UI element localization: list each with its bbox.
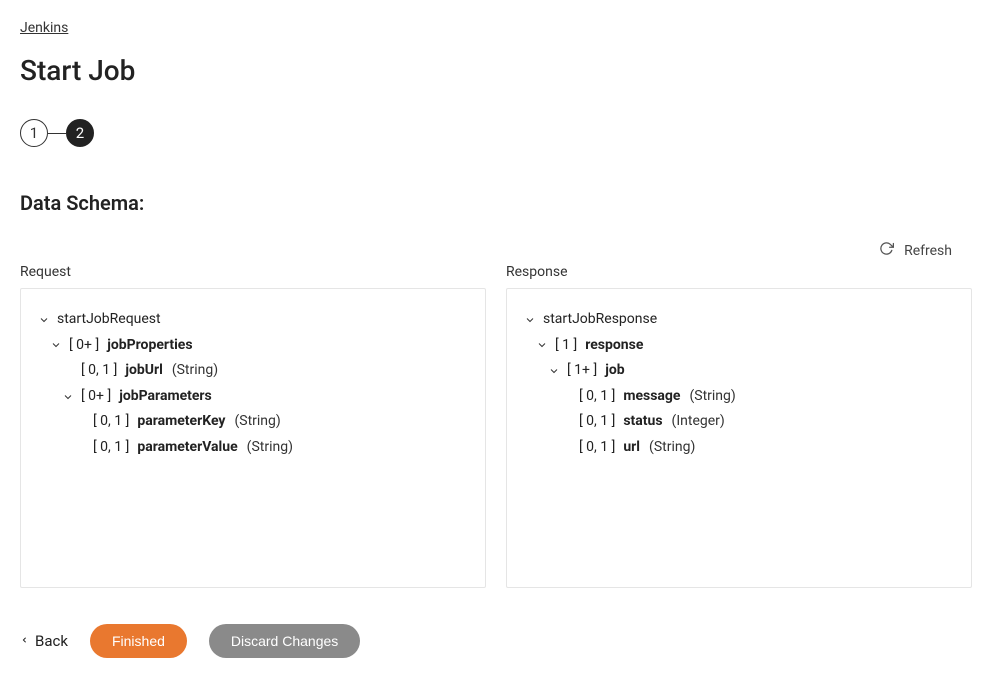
discard-button[interactable]: Discard Changes <box>209 624 360 658</box>
cardinality: [ 1 ] <box>555 336 577 356</box>
node-label: status <box>623 412 662 432</box>
refresh-label: Refresh <box>904 243 952 259</box>
response-label: Response <box>506 264 972 280</box>
refresh-icon <box>879 241 894 260</box>
node-label: startJobResponse <box>543 310 657 330</box>
step-1[interactable]: 1 <box>20 119 48 147</box>
request-label: Request <box>20 264 486 280</box>
chevron-down-icon[interactable] <box>535 339 549 351</box>
cardinality: [ 0, 1 ] <box>579 438 615 458</box>
cardinality: [ 0, 1 ] <box>579 412 615 432</box>
cardinality: [ 0+ ] <box>69 336 99 356</box>
refresh-button[interactable]: Refresh <box>879 241 952 260</box>
node-label: parameterKey <box>137 412 225 432</box>
node-label: jobProperties <box>107 336 192 356</box>
node-label: job <box>605 361 624 381</box>
tree-node-root[interactable]: startJobRequest <box>37 307 469 333</box>
chevron-down-icon[interactable] <box>523 314 537 326</box>
tree-node-parametervalue[interactable]: [ 0, 1 ] parameterValue (String) <box>37 435 469 461</box>
cardinality: [ 1+ ] <box>567 361 597 381</box>
chevron-down-icon[interactable] <box>37 314 51 326</box>
tree-node-url[interactable]: [ 0, 1 ] url (String) <box>523 435 955 461</box>
tree-node-jobproperties[interactable]: [ 0+ ] jobProperties <box>37 333 469 359</box>
response-schema-box: startJobResponse [ 1 ] response [ 1+ ] j… <box>506 288 972 588</box>
node-type: (Integer) <box>672 412 725 432</box>
footer-buttons: Back Finished Discard Changes <box>20 624 972 658</box>
node-label: parameterValue <box>137 438 237 458</box>
cardinality: [ 0, 1 ] <box>93 412 129 432</box>
tree-node-job[interactable]: [ 1+ ] job <box>523 358 955 384</box>
request-schema-box: startJobRequest [ 0+ ] jobProperties [ 0… <box>20 288 486 588</box>
node-label: jobParameters <box>119 387 212 407</box>
tree-node-jobparameters[interactable]: [ 0+ ] jobParameters <box>37 384 469 410</box>
step-line <box>48 133 66 134</box>
node-label: startJobRequest <box>57 310 161 330</box>
cardinality: [ 0+ ] <box>81 387 111 407</box>
back-label: Back <box>35 632 68 650</box>
cardinality: [ 0, 1 ] <box>579 387 615 407</box>
cardinality: [ 0, 1 ] <box>81 361 117 381</box>
node-label: response <box>585 336 643 356</box>
request-column: Request startJobRequest [ 0+ ] jobProper… <box>20 264 486 588</box>
tree-node-status[interactable]: [ 0, 1 ] status (Integer) <box>523 409 955 435</box>
tree-node-parameterkey[interactable]: [ 0, 1 ] parameterKey (String) <box>37 409 469 435</box>
back-button[interactable]: Back <box>20 632 68 650</box>
node-type: (String) <box>234 412 280 432</box>
chevron-left-icon <box>20 632 29 650</box>
node-label: message <box>623 387 680 407</box>
node-type: (String) <box>247 438 293 458</box>
chevron-down-icon[interactable] <box>61 391 75 403</box>
chevron-down-icon[interactable] <box>49 339 63 351</box>
cardinality: [ 0, 1 ] <box>93 438 129 458</box>
node-type: (String) <box>172 361 218 381</box>
response-column: Response startJobResponse [ 1 ] response <box>506 264 972 588</box>
node-type: (String) <box>649 438 695 458</box>
tree-node-root[interactable]: startJobResponse <box>523 307 955 333</box>
node-type: (String) <box>689 387 735 407</box>
page-title: Start Job <box>20 54 972 87</box>
node-label: jobUrl <box>125 361 162 381</box>
tree-node-message[interactable]: [ 0, 1 ] message (String) <box>523 384 955 410</box>
chevron-down-icon[interactable] <box>547 365 561 377</box>
step-2[interactable]: 2 <box>66 119 94 147</box>
node-label: url <box>623 438 640 458</box>
stepper: 1 2 <box>20 119 972 147</box>
tree-node-response[interactable]: [ 1 ] response <box>523 333 955 359</box>
finished-button[interactable]: Finished <box>90 624 187 658</box>
breadcrumb-link[interactable]: Jenkins <box>20 20 68 36</box>
tree-node-joburl[interactable]: [ 0, 1 ] jobUrl (String) <box>37 358 469 384</box>
section-title: Data Schema: <box>20 191 972 215</box>
